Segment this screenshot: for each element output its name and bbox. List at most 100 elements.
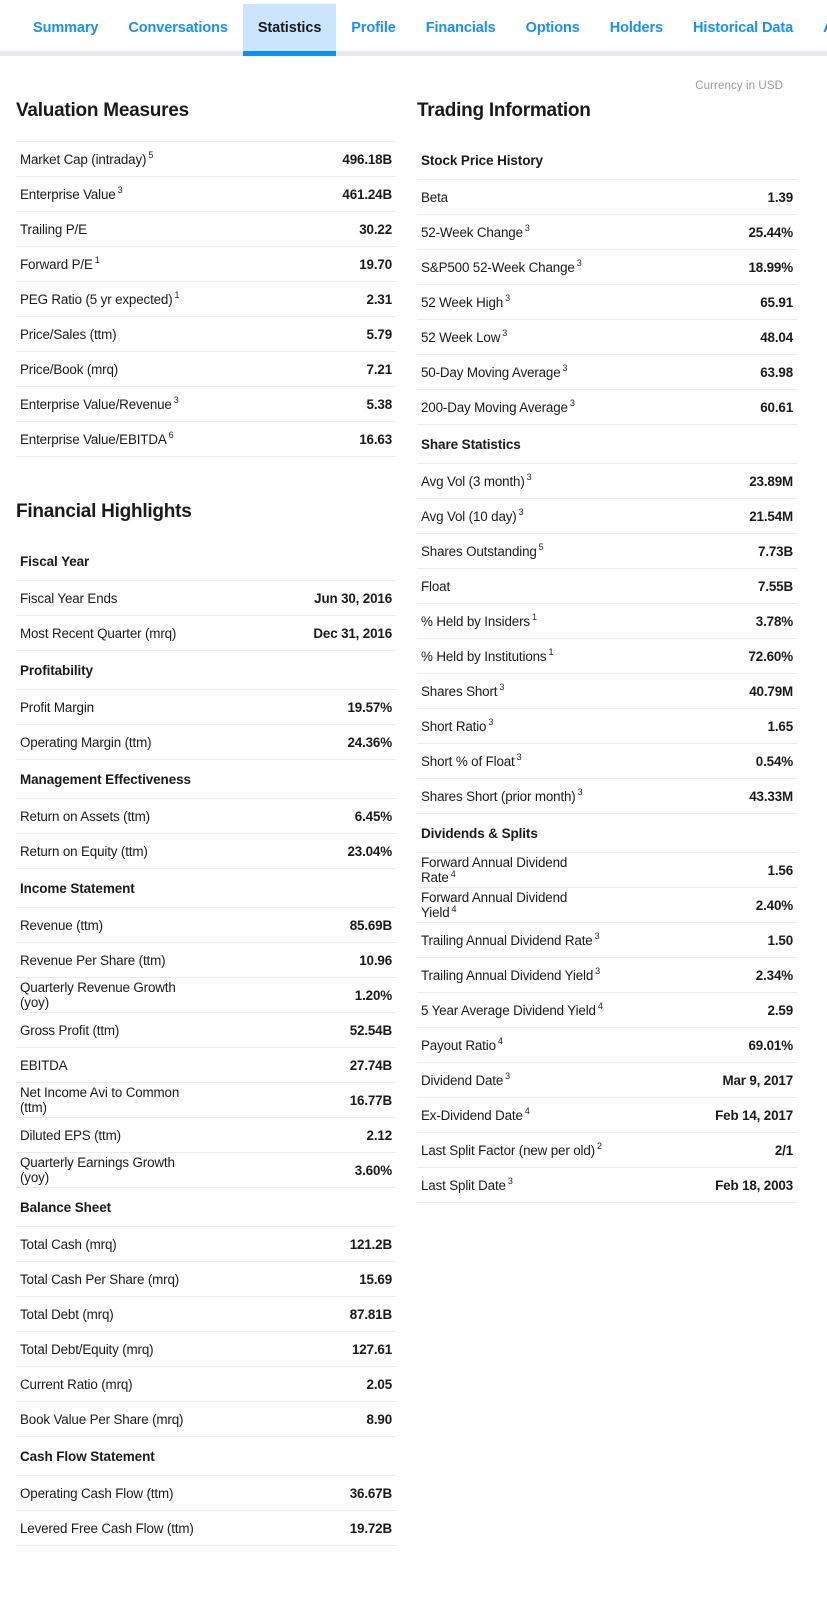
tab-label: Holders [609, 19, 664, 36]
table-row: Price/Sales (ttm) 5.79 [16, 316, 396, 352]
quote-nav-tabs[interactable]: Summary Conversations Statistics Profile Fin… [0, 0, 827, 56]
footnote-marker: 2 [596, 1141, 602, 1152]
table-row: Trailing Annual Dividend Rate 3 1.50 [417, 922, 797, 958]
stats-subheading: Balance Sheet [20, 1200, 111, 1215]
footnote-marker: 3 [594, 931, 600, 942]
stat-label-text: Last Split Factor (new per old) [421, 1142, 595, 1158]
stat-value: Dec 31, 2016 [206, 615, 396, 651]
stat-value: 23.89M [607, 463, 797, 499]
stat-label-text: Trailing P/E [20, 221, 87, 237]
footnote-marker: 5 [148, 150, 154, 161]
footnote-marker: 3 [526, 472, 532, 483]
stats-table: Beta 1.39 52-Week Change 3 25.44% S&P500 52-W… [417, 179, 797, 425]
stat-value: 496.18B [206, 141, 396, 177]
stats-block: Income Statement Revenue (ttm) 85.69B Reven… [16, 869, 396, 1188]
table-row: Trailing P/E 30.22 [16, 211, 396, 247]
stat-label-text: Short % of Float [421, 753, 515, 769]
footnote-marker: 3 [595, 966, 601, 977]
stat-label-text: Fiscal Year Ends [20, 590, 118, 606]
table-row: Total Cash (mrq) 121.2B [16, 1226, 396, 1262]
table-row: 52 Week Low 3 48.04 [417, 319, 797, 355]
stat-label-text: Total Debt (mrq) [20, 1306, 114, 1322]
tab-historical-data[interactable]: Historical Data [678, 4, 808, 51]
valuation-measures-title: Valuation Measures [16, 100, 189, 121]
tab-profile[interactable]: Profile [336, 4, 410, 51]
tab-financials[interactable]: Financials [411, 4, 511, 51]
stat-label-text: Operating Margin (ttm) [20, 734, 152, 750]
financial-highlights-tables: Fiscal Year Fiscal Year Ends Jun 30, 2016 M… [16, 542, 396, 1546]
stat-label-text: Levered Free Cash Flow (ttm) [20, 1520, 194, 1536]
stat-value: 30.22 [206, 211, 396, 247]
stat-value: Feb 14, 2017 [607, 1097, 797, 1133]
stat-value: Jun 30, 2016 [206, 580, 396, 616]
stat-label: Trailing P/E [16, 211, 206, 247]
stat-label-text: Payout Ratio [421, 1037, 496, 1053]
footnote-marker: 5 [538, 542, 544, 553]
tab-options[interactable]: Options [511, 4, 595, 51]
table-row: Diluted EPS (ttm) 2.12 [16, 1117, 396, 1153]
tab-summary[interactable]: Summary [18, 4, 113, 51]
statistics-page: Summary Conversations Statistics Profile Fin… [0, 0, 827, 1611]
table-row: Return on Equity (ttm) 23.04% [16, 833, 396, 869]
stat-label: Total Debt (mrq) [16, 1296, 206, 1332]
table-row: Current Ratio (mrq) 2.05 [16, 1366, 396, 1402]
footnote-marker: 3 [516, 752, 522, 763]
stat-value: 0.54% [607, 743, 797, 779]
valuation-measures-tables: Market Cap (intraday) 5 496.18B Enterprise … [16, 141, 396, 457]
stat-value: 52.54B [206, 1012, 396, 1048]
stat-value: Mar 9, 2017 [607, 1062, 797, 1098]
stat-value: 461.24B [206, 176, 396, 212]
stat-value: 6.45% [206, 798, 396, 834]
stat-value: 7.21 [206, 351, 396, 387]
stat-label: Shares Short 3 [417, 673, 607, 709]
stats-block: Profitability Profit Margin 19.57% Operatin… [16, 651, 396, 760]
right-column: Trading Information Stock Price History B… [417, 56, 797, 1546]
stat-value: 25.44% [607, 214, 797, 250]
table-row: Operating Cash Flow (ttm) 36.67B [16, 1475, 396, 1511]
table-row: S&P500 52-Week Change 3 18.99% [417, 249, 797, 285]
stat-value: 1.50 [607, 922, 797, 958]
tab-label: Profile [351, 19, 396, 36]
stat-label-text: Forward P/E [20, 256, 93, 272]
table-row: Book Value Per Share (mrq) 8.90 [16, 1401, 396, 1437]
stat-value: 69.01% [607, 1027, 797, 1063]
tab-analysts[interactable]: Analysts [808, 4, 827, 51]
stat-value: 65.91 [607, 284, 797, 320]
stat-label-text: Forward Annual Dividend Yield [421, 890, 568, 920]
stat-label-text: Current Ratio (mrq) [20, 1376, 133, 1392]
stats-block: Stock Price History Beta 1.39 52-Week Chang… [417, 141, 797, 425]
stat-label-text: Total Cash (mrq) [20, 1236, 117, 1252]
stat-label: 52 Week Low 3 [417, 319, 607, 355]
stat-value: 40.79M [607, 673, 797, 709]
stats-subheading: Stock Price History [421, 153, 543, 168]
stat-value: 121.2B [206, 1226, 396, 1262]
stat-value: 5.38 [206, 386, 396, 422]
stat-label-text: Gross Profit (ttm) [20, 1022, 120, 1038]
table-row: Shares Outstanding 5 7.73B [417, 533, 797, 569]
table-row: Gross Profit (ttm) 52.54B [16, 1012, 396, 1048]
stat-label: Enterprise Value/Revenue 3 [16, 386, 206, 422]
stat-label: Fiscal Year Ends [16, 580, 206, 616]
footnote-marker: 4 [597, 1001, 603, 1012]
tab-holders[interactable]: Holders [595, 4, 678, 51]
table-row: Price/Book (mrq) 7.21 [16, 351, 396, 387]
stat-value: 1.56 [607, 852, 797, 888]
stats-block: Dividends & Splits Forward Annual Dividen… [417, 814, 797, 1203]
footnote-marker: 4 [497, 1036, 503, 1047]
stat-value: 1.39 [607, 179, 797, 215]
footnote-marker: 3 [577, 787, 583, 798]
stat-label: Current Ratio (mrq) [16, 1366, 206, 1402]
tab-statistics[interactable]: Statistics [242, 4, 337, 56]
table-row: Operating Margin (ttm) 24.36% [16, 724, 396, 760]
stat-value: 2.59 [607, 992, 797, 1028]
stat-value: 1.20% [206, 977, 396, 1013]
table-row: Enterprise Value/EBITDA 6 16.63 [16, 421, 396, 457]
table-row: Market Cap (intraday) 5 496.18B [16, 141, 396, 177]
trading-information-title: Trading Information [417, 100, 591, 121]
tab-conversations[interactable]: Conversations [113, 4, 242, 51]
footnote-marker: 3 [576, 258, 582, 269]
stat-value: 18.99% [607, 249, 797, 285]
stat-label-text: EBITDA [20, 1057, 68, 1073]
stat-value: 24.36% [206, 724, 396, 760]
stat-value: 19.70 [206, 246, 396, 282]
